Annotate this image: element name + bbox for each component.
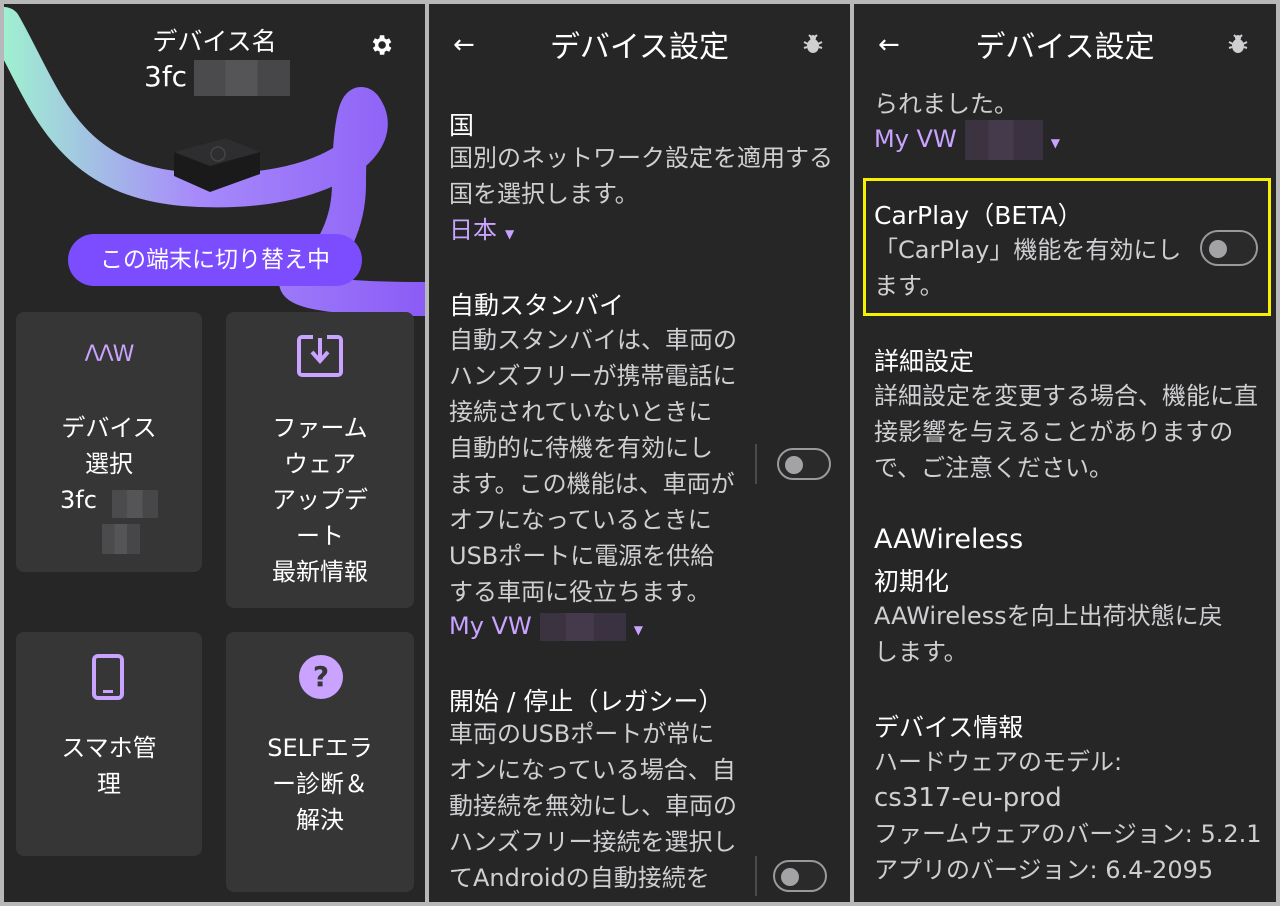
legacy-desc-line: オンになっている場合、自: [449, 756, 736, 784]
tile-label: ウェア: [284, 450, 356, 478]
standby-desc-line: 自動スタンバイは、車両の: [449, 326, 737, 354]
reset-desc-line: します。: [874, 638, 968, 666]
device-settings-panel: ← デバイス設定 国 国別のネットワーク設定を適用する 国を選択します。 日本 ▼…: [429, 4, 850, 902]
tile-label: ファーム: [272, 414, 368, 442]
partial-desc-line: られました。: [874, 90, 1018, 118]
standby-desc-line: 接続されていないときに: [449, 398, 713, 426]
device-settings-panel-scrolled: ← デバイス設定 られました。 My VW ▼ CarPlay（BETA） 「Ca…: [854, 4, 1276, 902]
standby-desc-line: オフになっているときに: [449, 506, 712, 534]
country-desc-line: 国別のネットワーク設定を適用する: [449, 144, 833, 172]
carplay-toggle[interactable]: [1200, 230, 1258, 266]
vehicle-select[interactable]: My VW ▼: [874, 120, 1060, 161]
standby-desc-line: 自動的に待機を有効にし: [449, 434, 713, 462]
redacted-block: [102, 524, 140, 554]
legacy-desc-line: てAndroidの自動接続を: [449, 864, 710, 892]
hardware-model-value: cs317-eu-prod: [874, 783, 1062, 813]
legacy-start-stop-toggle[interactable]: [773, 860, 827, 892]
dropdown-arrow-icon: ▼: [633, 623, 643, 637]
country-value: 日本: [449, 216, 497, 244]
legacy-desc-line: 動接続を無効にし、車両の: [449, 792, 737, 820]
hardware-model-label: ハードウェアのモデル:: [874, 748, 1123, 776]
advanced-settings-title[interactable]: 詳細設定: [874, 342, 974, 378]
reset-desc-line: AAWirelessを向上出荷状態に戻: [874, 602, 1223, 630]
tile-label: デバイス: [61, 414, 157, 442]
device-select-tile[interactable]: ΛΛW デバイス 選択 3fc: [16, 312, 202, 572]
firmware-version: ファームウェアのバージョン: 5.2.1: [874, 820, 1262, 848]
page-title: デバイス設定: [975, 30, 1155, 65]
advanced-desc-line: で、ご注意ください。: [874, 454, 1114, 482]
carplay-desc-line: 「CarPlay」機能を有効にし: [874, 236, 1182, 264]
tile-label: 選択: [85, 450, 133, 478]
divider: [755, 856, 757, 896]
tile-label: スマホ管: [61, 734, 157, 762]
device-image: [174, 138, 260, 192]
standby-desc-line: ます。この機能は、車両が: [449, 470, 735, 498]
legacy-desc-line: 車両のUSBポートが常に: [449, 720, 715, 748]
auto-standby-toggle[interactable]: [777, 448, 831, 480]
advanced-desc-line: 接影響を与えることがありますの: [874, 418, 1234, 446]
switch-device-button[interactable]: この端末に切り替え中: [68, 234, 362, 286]
standby-desc-line: ハンズフリーが携帯電話に: [449, 362, 737, 390]
tile-label: SELFエラ: [267, 734, 373, 762]
bug-icon[interactable]: [801, 32, 825, 56]
gear-icon[interactable]: [368, 32, 394, 58]
vehicle-value: My VW: [874, 125, 957, 153]
reset-title-brand[interactable]: AAWireless: [874, 524, 1023, 555]
self-diagnosis-tile[interactable]: ? SELFエラ ー診断＆ 解決: [226, 632, 414, 892]
aaw-logo-icon: ΛΛW: [84, 342, 135, 367]
device-info-title: デバイス情報: [874, 713, 1024, 742]
carplay-title: CarPlay（BETA）: [874, 201, 1083, 230]
redacted-block: [964, 120, 1043, 160]
legacy-start-stop-title: 開始 / 停止（レガシー）: [449, 687, 724, 716]
toggle-knob: [1209, 240, 1227, 258]
legacy-desc-line: ハンズフリー接続を選択し: [449, 828, 737, 856]
app-version: アプリのバージョン: 6.4-2095: [874, 856, 1214, 884]
tile-label: 解決: [296, 806, 344, 834]
country-desc-line: 国を選択します。: [449, 180, 639, 208]
redacted-block: [194, 60, 290, 96]
toggle-knob: [785, 456, 803, 474]
smartphone-icon: [92, 654, 124, 700]
svg-text:?: ?: [313, 660, 329, 693]
tile-subtitle: 最新情報: [272, 558, 368, 586]
auto-standby-title: 自動スタンバイ: [449, 291, 625, 320]
download-box-icon: [297, 334, 343, 377]
standby-desc-line: USBポートに電源を供給: [449, 542, 715, 570]
dropdown-arrow-icon: ▼: [1050, 136, 1060, 150]
standby-desc-line: する車両に役立ちます。: [449, 578, 711, 606]
divider: [755, 444, 757, 484]
home-panel: デバイス名 3fc この端末に切り替え中 ΛΛW デバイス 選択 3fc ファー…: [4, 4, 425, 902]
reset-title[interactable]: 初期化: [874, 562, 949, 598]
help-circle-icon: ?: [299, 655, 343, 699]
dropdown-arrow-icon: ▼: [505, 227, 515, 241]
tile-label: 理: [97, 770, 121, 798]
carplay-desc-line: ます。: [874, 272, 944, 300]
tile-label: ート: [296, 522, 344, 550]
toggle-knob: [781, 868, 799, 886]
tile-label: ー診断＆: [272, 770, 368, 798]
bug-icon[interactable]: [1226, 32, 1250, 56]
page-title: デバイス設定: [549, 30, 730, 65]
vehicle-value: My VW: [449, 612, 532, 640]
tile-device-id: 3fc: [60, 486, 97, 514]
tile-label: アップデ: [272, 486, 368, 514]
country-select[interactable]: 日本 ▼: [449, 212, 514, 252]
country-title: 国: [449, 111, 475, 140]
phone-management-tile[interactable]: スマホ管 理: [16, 632, 202, 856]
standby-vehicle-select[interactable]: My VW ▼: [449, 608, 643, 648]
redacted-block: [539, 613, 626, 641]
firmware-update-tile[interactable]: ファーム ウェア アップデ ート 最新情報: [226, 312, 414, 608]
advanced-desc-line: 詳細設定を変更する場合、機能に直: [874, 382, 1258, 410]
redacted-block: [112, 490, 158, 518]
device-name-label: デバイス名: [152, 27, 277, 56]
device-name-value: 3fc: [144, 60, 188, 93]
